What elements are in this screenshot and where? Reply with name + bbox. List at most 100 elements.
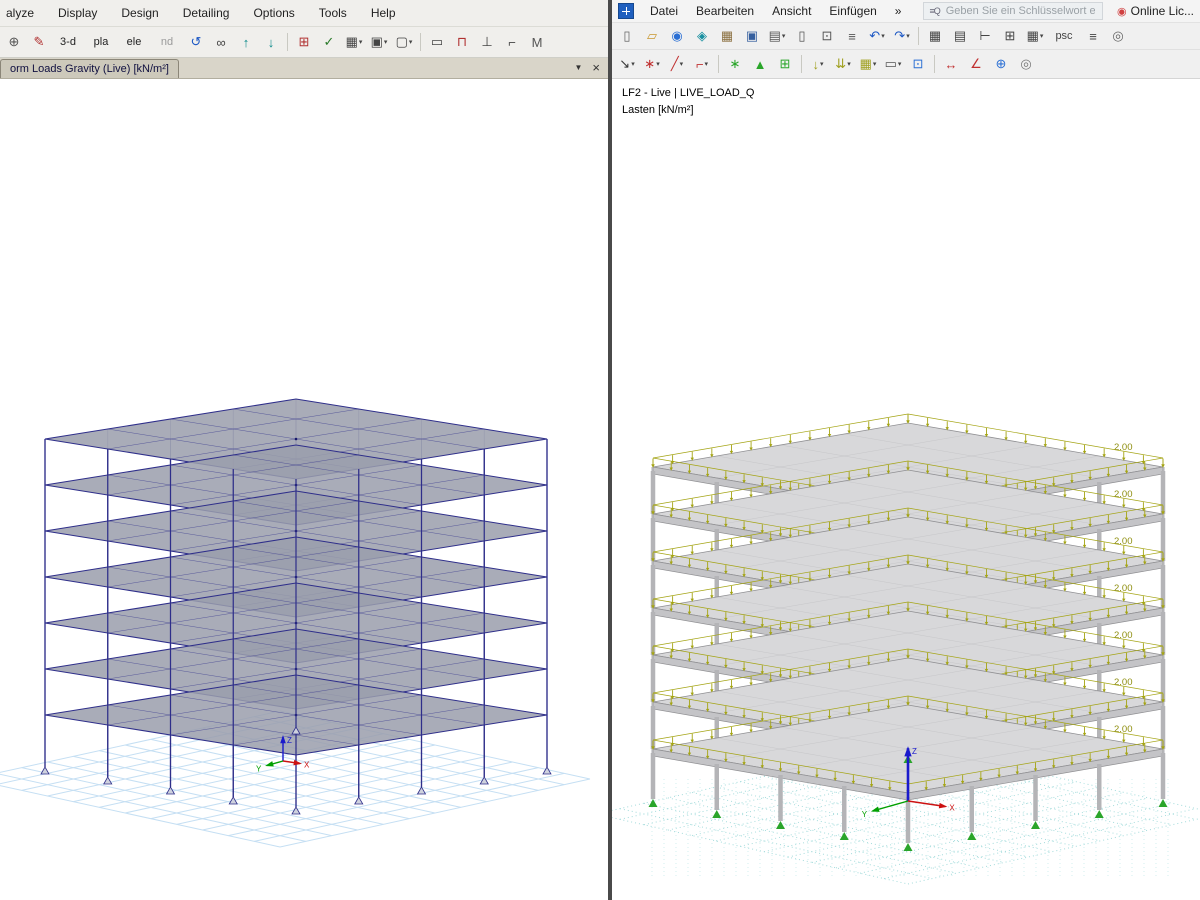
move-down-icon[interactable]: ↓ bbox=[259, 30, 283, 54]
save-icon[interactable]: ▣ bbox=[740, 24, 764, 48]
dropdown-caret-icon[interactable]: ▾ bbox=[359, 38, 363, 46]
menu-item-einf-gen[interactable]: Einfügen bbox=[827, 3, 878, 19]
assign-check-icon[interactable]: ✓ bbox=[317, 30, 341, 54]
dropdown-caret-icon[interactable]: ▾ bbox=[656, 60, 660, 68]
section-tool-icon[interactable]: ⊢ bbox=[973, 24, 997, 48]
opening-icon[interactable]: ▭▾ bbox=[881, 52, 905, 76]
copy-icon[interactable]: ⊡ bbox=[815, 24, 839, 48]
menu-item-design[interactable]: Design bbox=[119, 5, 160, 21]
view-named-button[interactable]: nd bbox=[151, 30, 183, 54]
redo-icon[interactable]: ↷▾ bbox=[890, 24, 914, 48]
tab-title: orm Loads Gravity (Live) [kN/m²] bbox=[10, 63, 169, 75]
dropdown-caret-icon[interactable]: ▾ bbox=[873, 60, 877, 68]
section-axes-icon[interactable]: ⊥ bbox=[475, 30, 499, 54]
table-select-icon[interactable]: ▦▾ bbox=[1023, 24, 1047, 48]
menu-item-options[interactable]: Options bbox=[251, 5, 296, 21]
menu-item-bearbeiten[interactable]: Bearbeiten bbox=[694, 3, 756, 19]
select-arrow-icon[interactable]: ↘▾ bbox=[615, 52, 639, 76]
page-setup-icon[interactable]: ▯ bbox=[790, 24, 814, 48]
tab-close-icon[interactable]: × bbox=[592, 60, 600, 75]
keyword-search-input[interactable] bbox=[944, 4, 1097, 18]
svg-text:X: X bbox=[949, 804, 955, 813]
move-up-icon[interactable]: ↑ bbox=[234, 30, 258, 54]
area-props-icon[interactable]: ▣▾ bbox=[367, 30, 391, 54]
dropdown-caret-icon[interactable]: ▾ bbox=[820, 60, 824, 68]
menu-item-help[interactable]: Help bbox=[369, 5, 398, 21]
frame-props-icon[interactable]: ▦▾ bbox=[342, 30, 366, 54]
toolbar-separator bbox=[718, 55, 719, 73]
generated-node-icon[interactable]: ∗ bbox=[723, 52, 747, 76]
zoom-window-icon[interactable]: ⊕ bbox=[2, 30, 26, 54]
new-node-icon[interactable]: ∗▾ bbox=[640, 52, 664, 76]
area-load-icon[interactable]: ▦▾ bbox=[856, 52, 880, 76]
svg-text:Y: Y bbox=[862, 810, 868, 819]
svg-text:Z: Z bbox=[912, 747, 917, 756]
model-view-left[interactable]: ZXY bbox=[0, 79, 608, 900]
toolbar-separator bbox=[801, 55, 802, 73]
open-folder-icon[interactable]: ▱ bbox=[640, 24, 664, 48]
view-elevation-button[interactable]: ele bbox=[118, 30, 150, 54]
new-file-icon[interactable]: ▯ bbox=[615, 24, 639, 48]
render-icon[interactable]: ◈ bbox=[690, 24, 714, 48]
app-icon[interactable] bbox=[618, 3, 634, 19]
numbering-icon[interactable]: ⊞ bbox=[998, 24, 1022, 48]
menu-item-alyze[interactable]: alyze bbox=[4, 5, 36, 21]
search-list-icon: ≡Q bbox=[929, 6, 939, 16]
draw-rect-icon[interactable]: ▭ bbox=[425, 30, 449, 54]
online-license[interactable]: ◉ Online Lic... bbox=[1117, 4, 1194, 18]
menu-item-datei[interactable]: Datei bbox=[648, 3, 680, 19]
draw-poly-icon[interactable]: ⊓ bbox=[450, 30, 474, 54]
dropdown-caret-icon[interactable]: ▾ bbox=[384, 38, 388, 46]
left-application-window: alyze Display Design Detailing Options Tools H… bbox=[0, 0, 608, 900]
menu-item-display[interactable]: Display bbox=[56, 5, 99, 21]
menu-item-ansicht[interactable]: Ansicht bbox=[770, 3, 813, 19]
tab-uniform-loads[interactable]: orm Loads Gravity (Live) [kN/m²] bbox=[0, 59, 179, 78]
visibility-icon[interactable]: ◎ bbox=[1014, 52, 1038, 76]
dropdown-caret-icon[interactable]: ▾ bbox=[705, 60, 709, 68]
list-icon[interactable]: ≡ bbox=[1081, 24, 1105, 48]
tab-scroll-icon[interactable]: ▼ bbox=[574, 63, 582, 72]
table-data-icon[interactable]: ▦ bbox=[923, 24, 947, 48]
fence-select-icon[interactable]: ⌐ bbox=[500, 30, 524, 54]
dropdown-caret-icon[interactable]: ▾ bbox=[680, 60, 684, 68]
report-icon[interactable]: ≡ bbox=[840, 24, 864, 48]
browser-icon[interactable]: ◉ bbox=[665, 24, 689, 48]
keyword-search[interactable]: ≡Q bbox=[923, 2, 1103, 20]
dropdown-caret-icon[interactable]: ▾ bbox=[1040, 32, 1044, 40]
menu-item-detailing[interactable]: Detailing bbox=[181, 5, 232, 21]
dropdown-caret-icon[interactable]: ▾ bbox=[409, 38, 413, 46]
dropdown-caret-icon[interactable]: ▾ bbox=[847, 60, 851, 68]
model-view-right[interactable]: LF2 - Live | LIVE_LOAD_Q Lasten [kN/m²] … bbox=[612, 79, 1200, 900]
paste-icon[interactable]: ▦ bbox=[715, 24, 739, 48]
view-3d-button[interactable]: 3-d bbox=[52, 30, 84, 54]
menu-item-tools[interactable]: Tools bbox=[317, 5, 349, 21]
solid-props-icon[interactable]: ▢▾ bbox=[392, 30, 416, 54]
grid-options-icon[interactable]: ⊞ bbox=[292, 30, 316, 54]
nodal-load-icon[interactable]: ↓▾ bbox=[806, 52, 830, 76]
angle-dimension-icon[interactable]: ∠ bbox=[964, 52, 988, 76]
new-line-icon[interactable]: ╱▾ bbox=[665, 52, 689, 76]
view-plan-button[interactable]: pla bbox=[85, 30, 117, 54]
mesh-icon[interactable]: ⊞ bbox=[773, 52, 797, 76]
perspective-glasses-icon[interactable]: ∞ bbox=[209, 30, 233, 54]
undo-icon[interactable]: ↶▾ bbox=[865, 24, 889, 48]
psc-button[interactable]: psc bbox=[1048, 24, 1080, 48]
snap-target-icon[interactable]: ◎ bbox=[1106, 24, 1130, 48]
copy-object-icon[interactable]: ⊡ bbox=[906, 52, 930, 76]
undo-icon[interactable]: ↺ bbox=[184, 30, 208, 54]
dropdown-caret-icon[interactable]: ▾ bbox=[631, 60, 635, 68]
dropdown-caret-icon[interactable]: ▾ bbox=[782, 32, 786, 40]
draw-joint-icon[interactable]: ✎ bbox=[27, 30, 51, 54]
member-load-icon[interactable]: ⇊▾ bbox=[831, 52, 855, 76]
member-labels-icon[interactable]: M bbox=[525, 30, 549, 54]
print-icon[interactable]: ▤▾ bbox=[765, 24, 789, 48]
support-icon[interactable]: ▲ bbox=[748, 52, 772, 76]
dimension-icon[interactable]: ↔ bbox=[939, 52, 963, 76]
dropdown-caret-icon[interactable]: ▾ bbox=[906, 32, 910, 40]
new-arc-icon[interactable]: ⌐▾ bbox=[690, 52, 714, 76]
dropdown-caret-icon[interactable]: ▾ bbox=[898, 60, 902, 68]
table-layout-icon[interactable]: ▤ bbox=[948, 24, 972, 48]
axes-symbol-icon[interactable]: ⊕ bbox=[989, 52, 1013, 76]
dropdown-caret-icon[interactable]: ▾ bbox=[881, 32, 885, 40]
menu-item--[interactable]: » bbox=[893, 3, 904, 19]
